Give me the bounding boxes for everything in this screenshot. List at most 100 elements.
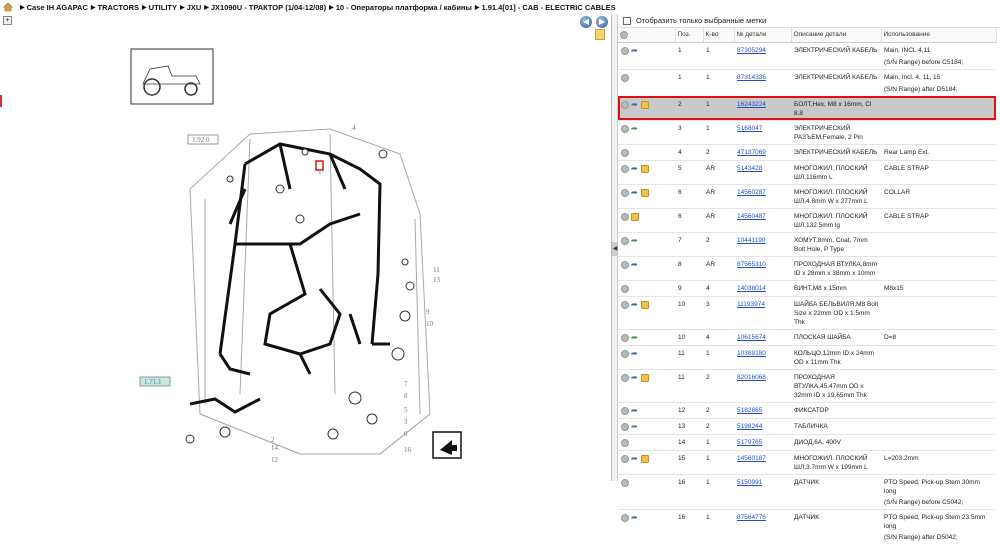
- row-select-icon[interactable]: [621, 124, 629, 133]
- blue-arrow-icon[interactable]: ➦: [631, 300, 639, 309]
- breadcrumb-item[interactable]: 10 - Операторы платформа / кабины: [336, 3, 472, 12]
- breadcrumb-item[interactable]: UTILITY: [149, 3, 177, 12]
- table-row[interactable]: 4 2 47137069 ЭЛЕКТРИЧЕСКИЙ КАБЕЛЬ Rear Lamp …: [618, 144, 996, 160]
- package-icon[interactable]: [641, 454, 649, 463]
- table-row[interactable]: ➦ 15 1 14560187 МНОГОЖИЛ. ПЛОСКИЙ ШЛ,3.7mm W…: [618, 450, 996, 474]
- row-select-icon[interactable]: [621, 373, 629, 382]
- green-arrow-icon[interactable]: ➦: [631, 236, 639, 245]
- col-usage[interactable]: Использование: [881, 28, 997, 43]
- item-number-label[interactable]: 14: [271, 444, 279, 452]
- blue-arrow-icon[interactable]: ➦: [631, 406, 639, 415]
- part-number-link[interactable]: 87314336: [737, 74, 766, 81]
- table-row[interactable]: ➦ 6 AR 14560287 МНОГОЖИЛ. ПЛОСКИЙ ШЛ,4.8mm W…: [618, 184, 996, 208]
- blue-arrow-icon[interactable]: ➦: [631, 260, 639, 269]
- table-row[interactable]: 9 4 14038014 ВИНТ,M8 x 15mm M8x15: [618, 280, 996, 296]
- table-row[interactable]: ➦ 13 2 5198244 ТАБЛИЧКА: [618, 418, 996, 434]
- row-select-icon[interactable]: [621, 212, 629, 221]
- table-row[interactable]: ➦ 7 2 10441190 ХОМУТ,8mm, Coat, 7mm Bolt Hol…: [618, 232, 996, 256]
- part-number-link[interactable]: 14560187: [737, 455, 766, 462]
- row-select-icon[interactable]: [621, 100, 629, 109]
- blue-arrow-icon[interactable]: ➦: [631, 100, 639, 109]
- col-qty[interactable]: К-во: [703, 28, 735, 43]
- blue-arrow-icon[interactable]: ➦: [631, 188, 639, 197]
- row-select-icon[interactable]: [621, 300, 629, 309]
- row-select-icon[interactable]: [621, 406, 629, 415]
- package-icon[interactable]: [641, 300, 649, 309]
- item-number-label[interactable]: 3: [404, 418, 408, 426]
- item-number-label[interactable]: 1: [318, 168, 322, 176]
- item-number-label[interactable]: 5: [404, 406, 408, 414]
- table-row[interactable]: ➦ 10 4 10615674 ПЛОСКАЯ ШАЙБА D=8: [618, 329, 996, 345]
- table-row[interactable]: ➦ 11 2 82016068 ПРОХОДНАЯ ВТУЛКА,45.47mm OD …: [618, 369, 996, 402]
- table-row[interactable]: ➦ 12 2 5182865 ФИКСАТОР: [618, 402, 996, 418]
- table-row[interactable]: ➦ 1 1 87305294 ЭЛЕКТРИЧЕСКИЙ КАБЕЛЬ Main, INC…: [618, 42, 996, 58]
- package-icon[interactable]: [641, 164, 649, 173]
- part-number-link[interactable]: 87564776: [737, 514, 766, 521]
- item-number-label[interactable]: 10: [426, 320, 434, 328]
- green-arrow-icon[interactable]: ➦: [631, 422, 639, 431]
- table-row[interactable]: ➦ 11 1 10389180 КОЛЬЦО,12mm ID x 24mm OD x 1…: [618, 345, 996, 369]
- item-number-label[interactable]: 13: [433, 276, 441, 284]
- item-number-label[interactable]: 7: [404, 380, 408, 388]
- row-select-icon[interactable]: [621, 164, 629, 173]
- table-row[interactable]: 6 AR 14560487 МНОГОЖИЛ. ПЛОСКИЙ ШЛ,132.5mm …: [618, 208, 996, 232]
- table-row[interactable]: ➦ 10 3 11193974 ШАЙБА БЕЛЬВИЛЯ,M8 Bolt Size …: [618, 296, 996, 329]
- table-row[interactable]: 14 1 5179765 ДИОД,6A, 400V: [618, 434, 996, 450]
- col-description[interactable]: Описание детали: [791, 28, 882, 43]
- table-row[interactable]: ➦ 16 1 87564776 ДАТЧИК PTO Speed, Pick-up Ste…: [618, 509, 996, 533]
- breadcrumb-item[interactable]: TRACTORS: [98, 3, 140, 12]
- blue-arrow-icon[interactable]: ➦: [631, 454, 639, 463]
- table-row[interactable]: 1 1 87314336 ЭЛЕКТРИЧЕСКИЙ КАБЕЛЬ Main, Incl…: [618, 69, 996, 85]
- table-row[interactable]: ➦ 3 1 5168047 ЭЛЕКТРИЧЕСКИЙ РАЗЪЕМ,Female, 2…: [618, 120, 996, 144]
- row-select-icon[interactable]: [621, 188, 629, 197]
- col-part-number[interactable]: № детали: [734, 28, 792, 43]
- breadcrumb-item[interactable]: JXU: [187, 3, 202, 12]
- table-row[interactable]: ➦ 2 1 16243224 БОЛТ,Hex, M8 x 16mm, Cl 8.8: [618, 96, 996, 120]
- package-icon[interactable]: [641, 100, 649, 109]
- row-select-icon[interactable]: [621, 73, 629, 82]
- item-number-label[interactable]: 4: [352, 124, 356, 132]
- blue-arrow-icon[interactable]: ➦: [631, 46, 639, 55]
- package-icon[interactable]: [641, 373, 649, 382]
- row-select-icon[interactable]: [621, 454, 629, 463]
- breadcrumb-item[interactable]: Case IH AGAPAC: [27, 3, 88, 12]
- part-number-link[interactable]: 87565310: [737, 261, 766, 268]
- item-number-label[interactable]: 9: [426, 308, 430, 316]
- export-icon[interactable]: [432, 431, 462, 459]
- row-select-icon[interactable]: [621, 478, 629, 487]
- part-number-link[interactable]: 14560487: [737, 213, 766, 220]
- blue-arrow-icon[interactable]: ➦: [631, 513, 639, 522]
- show-selected-only-checkbox[interactable]: [623, 16, 631, 25]
- part-number-link[interactable]: 5143428: [737, 165, 762, 172]
- part-number-link[interactable]: 5182865: [737, 407, 762, 414]
- package-icon[interactable]: [631, 212, 639, 221]
- blue-arrow-icon[interactable]: ➦: [631, 373, 639, 382]
- breadcrumb-item[interactable]: 1.91.4[01] - CAB - ELECTRIC CABLES: [482, 3, 616, 12]
- table-row[interactable]: ➦ 5 AR 5143428 МНОГОЖИЛ. ПЛОСКИЙ ШЛ,116mm L C…: [618, 160, 996, 184]
- col-pos[interactable]: Поз.: [675, 28, 704, 43]
- part-number-link[interactable]: 10615674: [737, 334, 766, 341]
- item-number-label[interactable]: 6: [404, 430, 408, 438]
- table-row[interactable]: ➦ 8 AR 87565310 ПРОХОДНАЯ ВТУЛКА,8mm ID x 28…: [618, 256, 996, 280]
- part-number-link[interactable]: 16243224: [737, 101, 766, 108]
- part-number-link[interactable]: 87305294: [737, 47, 766, 54]
- breadcrumb-item[interactable]: JX1090U - ТРАКТОР (1/04-12/08): [211, 3, 326, 12]
- part-number-link[interactable]: 14038014: [737, 285, 766, 292]
- green-arrow-icon[interactable]: ➦: [631, 333, 639, 342]
- select-all-icon[interactable]: [618, 28, 676, 43]
- row-select-icon[interactable]: [621, 284, 629, 293]
- part-number-link[interactable]: 5198244: [737, 423, 762, 430]
- row-select-icon[interactable]: [621, 148, 629, 157]
- part-number-link[interactable]: 11193974: [737, 301, 765, 308]
- item-number-label[interactable]: 8: [404, 392, 408, 400]
- part-number-link[interactable]: 82016068: [737, 374, 766, 381]
- part-number-link[interactable]: 10441190: [737, 237, 765, 244]
- part-number-link[interactable]: 10389180: [737, 350, 766, 357]
- blue-arrow-icon[interactable]: ➦: [631, 349, 639, 358]
- row-select-icon[interactable]: [621, 422, 629, 431]
- table-row[interactable]: 16 1 5150991 ДАТЧИК PTO Speed, Pick-up Stem …: [618, 474, 996, 498]
- item-number-label[interactable]: 12: [271, 456, 279, 464]
- blue-arrow-icon[interactable]: ➦: [631, 164, 639, 173]
- item-number-label[interactable]: 11: [433, 266, 440, 274]
- package-icon[interactable]: [641, 188, 649, 197]
